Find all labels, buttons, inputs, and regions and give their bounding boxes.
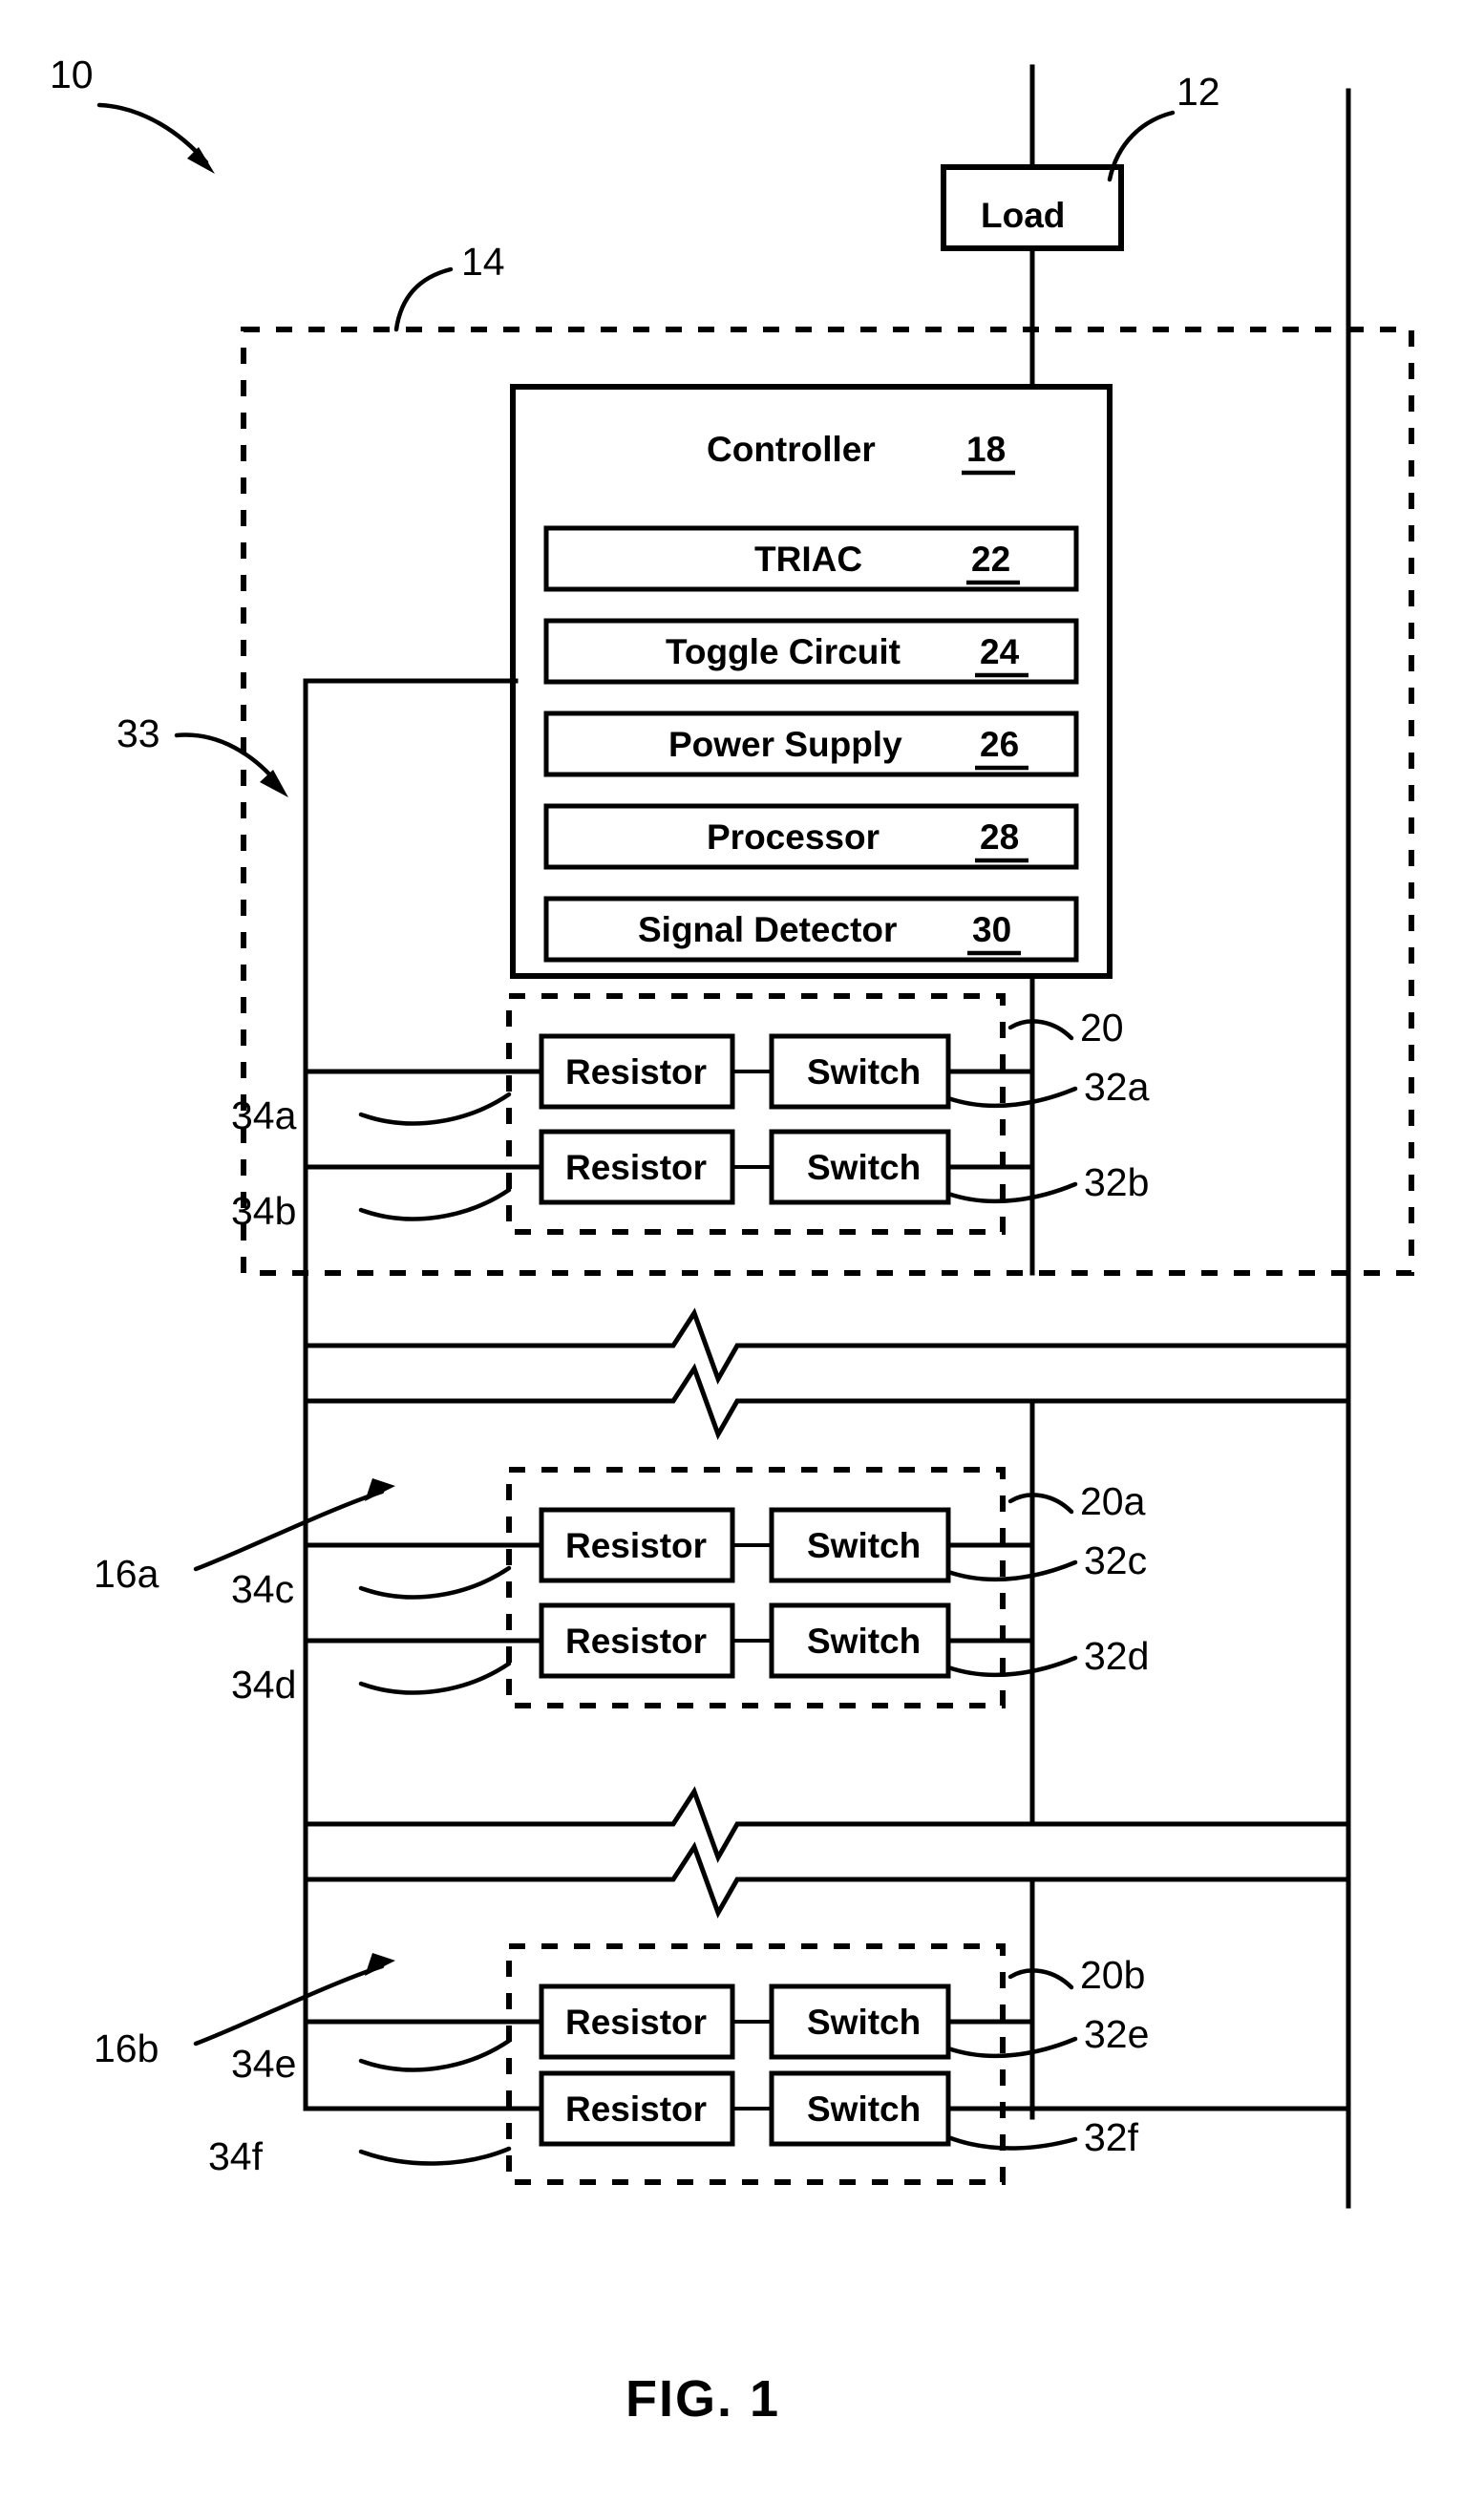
ref-33: 33 xyxy=(117,711,160,755)
patent-figure: Controller 18 TRIAC 22 Toggle Circuit 24… xyxy=(0,0,1484,2503)
ref-34a: 34a xyxy=(231,1093,297,1137)
break-symbol-2 xyxy=(303,1786,1351,1919)
switch-label-32a: Switch xyxy=(807,1052,921,1092)
module-ref-signal-detector: 30 xyxy=(972,910,1011,949)
resistor-label-34c: Resistor xyxy=(565,1526,707,1565)
ref-34f: 34f xyxy=(208,2134,264,2178)
ref-16b: 16b xyxy=(94,2026,159,2070)
switch-label-32c: Switch xyxy=(807,1526,921,1565)
module-label-triac: TRIAC xyxy=(754,540,862,579)
group-20a: Resistor Switch Resistor Switch xyxy=(193,1343,1078,1827)
ref-34c: 34c xyxy=(231,1567,294,1611)
switch-label-32e: Switch xyxy=(807,2003,921,2042)
ref-32e: 32e xyxy=(1084,2012,1149,2056)
controller-module-triac: TRIAC 22 xyxy=(543,525,1079,592)
ref-32f: 32f xyxy=(1084,2115,1139,2159)
figure-canvas: Controller 18 TRIAC 22 Toggle Circuit 24… xyxy=(50,53,1414,2428)
module-ref-toggle-circuit: 24 xyxy=(980,632,1020,671)
ref-16a: 16a xyxy=(94,1552,159,1596)
module-label-signal-detector: Signal Detector xyxy=(638,910,897,949)
module-ref-processor: 28 xyxy=(980,817,1019,857)
ref-32b: 32b xyxy=(1084,1160,1149,1204)
controller-module-power-supply: Power Supply 26 xyxy=(543,711,1079,777)
switch-label-32d: Switch xyxy=(807,1622,921,1661)
controller-title: Controller xyxy=(707,430,876,469)
controller-module-processor: Processor 28 xyxy=(543,803,1079,870)
ref-10: 10 xyxy=(50,53,94,96)
resistor-label-34f: Resistor xyxy=(565,2089,707,2129)
ref-34e: 34e xyxy=(231,2042,296,2086)
ref-20a: 20a xyxy=(1080,1479,1146,1523)
switch-label-32f: Switch xyxy=(807,2089,921,2129)
system-ref-leader xyxy=(96,102,215,174)
module-ref-triac: 22 xyxy=(971,540,1010,579)
load-label: Load xyxy=(981,196,1065,235)
bus-ref-leader xyxy=(174,732,288,797)
controller-ref: 18 xyxy=(966,430,1006,469)
module-label-power-supply: Power Supply xyxy=(668,725,902,764)
break-symbol-1 xyxy=(303,1307,1351,1440)
resistor-label-34d: Resistor xyxy=(565,1622,707,1661)
resistor-label-34b: Resistor xyxy=(565,1148,707,1187)
resistor-label-34a: Resistor xyxy=(565,1052,707,1092)
enclosure-ref-leader xyxy=(393,266,454,332)
controller-module-toggle-circuit: Toggle Circuit 24 xyxy=(543,618,1079,685)
ref-32d: 32d xyxy=(1084,1634,1149,1678)
ref-14: 14 xyxy=(461,240,505,284)
controller-module-signal-detector: Signal Detector 30 xyxy=(543,896,1079,963)
ref-20b: 20b xyxy=(1080,1953,1145,1997)
resistor-label-34e: Resistor xyxy=(565,2003,707,2042)
module-label-processor: Processor xyxy=(707,817,880,857)
module-ref-power-supply: 26 xyxy=(980,725,1019,764)
left-bus-wire xyxy=(303,678,519,2111)
module-label-toggle-circuit: Toggle Circuit xyxy=(666,632,901,671)
switch-label-32b: Switch xyxy=(807,1148,921,1187)
ref-34b: 34b xyxy=(231,1189,296,1233)
ref-20: 20 xyxy=(1080,1006,1124,1050)
group-20: Resistor Switch Resistor Switch xyxy=(303,993,1078,1235)
ref-32c: 32c xyxy=(1084,1538,1147,1582)
figure-caption: FIG. 1 xyxy=(625,2370,780,2428)
ref-32a: 32a xyxy=(1084,1065,1150,1109)
ref-34d: 34d xyxy=(231,1663,296,1707)
ref-12: 12 xyxy=(1177,70,1220,114)
